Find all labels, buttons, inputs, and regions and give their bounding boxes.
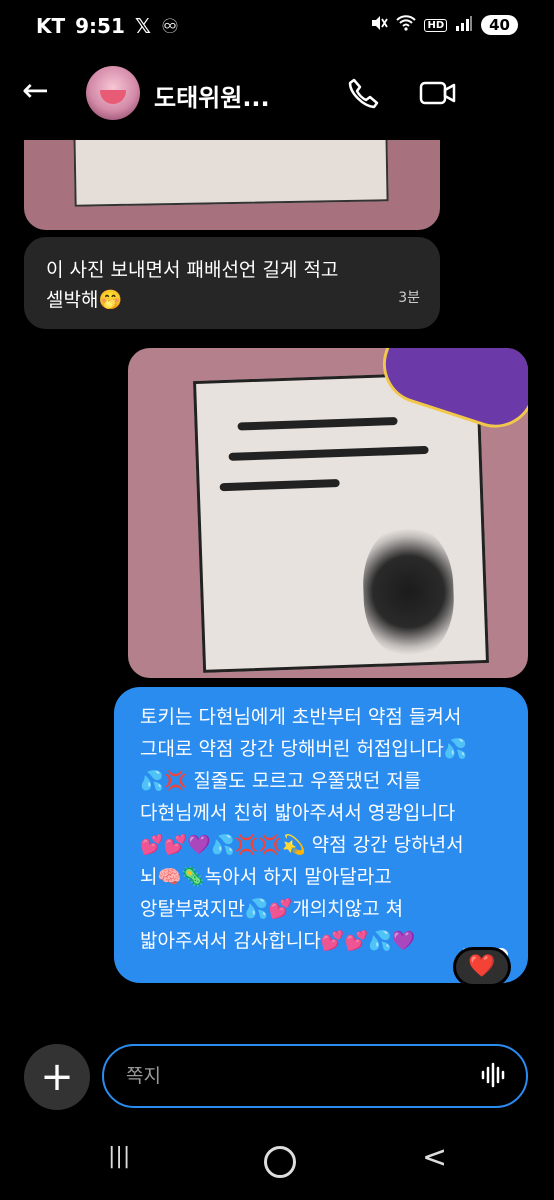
hd-badge: HD [424,18,448,32]
carrier-label: KT [36,14,66,38]
wifi-icon [396,15,417,35]
notification-icon: ♾ [161,14,179,38]
image-paper-detail [73,140,389,207]
recents-icon[interactable]: ||| [108,1144,130,1169]
message-text: 이 사진 보내면서 패배선언 길게 적고 셀박해🤭 [46,259,339,311]
message-bubble-outgoing[interactable]: 토키는 다현님에게 초반부터 약점 들켜서 그대로 약점 강간 당해버린 허접입… [114,687,528,983]
status-bar: KT 9:51 𝕏 ♾ HD 40 [0,0,554,56]
battery-indicator: 40 [481,15,518,35]
status-right: HD 40 [370,14,518,36]
signal-icon [455,15,473,35]
chat-title[interactable]: 도태위원... [154,78,270,113]
avatar[interactable] [86,66,140,120]
shared-image[interactable] [128,348,528,678]
message-text: 토키는 다현님에게 초반부터 약점 들켜서 그대로 약점 강간 당해버린 허접입… [140,706,468,952]
clock: 9:51 [75,14,125,38]
phone-call-icon[interactable] [346,76,380,110]
voice-wave-icon[interactable] [480,1060,506,1090]
video-call-icon[interactable] [418,76,458,110]
shared-image-partial[interactable] [24,140,440,230]
message-time: 3분 [398,290,420,306]
image-text-line [219,479,340,492]
back-arrow-icon[interactable]: ← [22,74,66,110]
x-app-icon: 𝕏 [134,14,152,38]
status-left: KT 9:51 𝕏 ♾ [36,14,179,38]
image-text-line [228,445,429,461]
chat-header: ← 도태위원... [0,56,554,128]
mute-icon [370,14,389,36]
system-nav-bar: ||| < [0,1122,554,1200]
message-input[interactable]: 쪽지 [102,1044,528,1108]
nav-back-icon[interactable]: < [422,1140,447,1175]
image-text-line [237,416,398,431]
home-icon[interactable] [264,1146,296,1178]
image-document [192,371,490,673]
message-composer: + 쪽지 [0,1032,554,1122]
add-attachment-button[interactable]: + [24,1044,90,1110]
message-bubble-incoming[interactable]: 이 사진 보내면서 패배선언 길게 적고 셀박해🤭 3분 [24,237,440,329]
image-ink-stain [361,525,456,659]
heart-reaction[interactable]: ❤️ [456,950,508,984]
